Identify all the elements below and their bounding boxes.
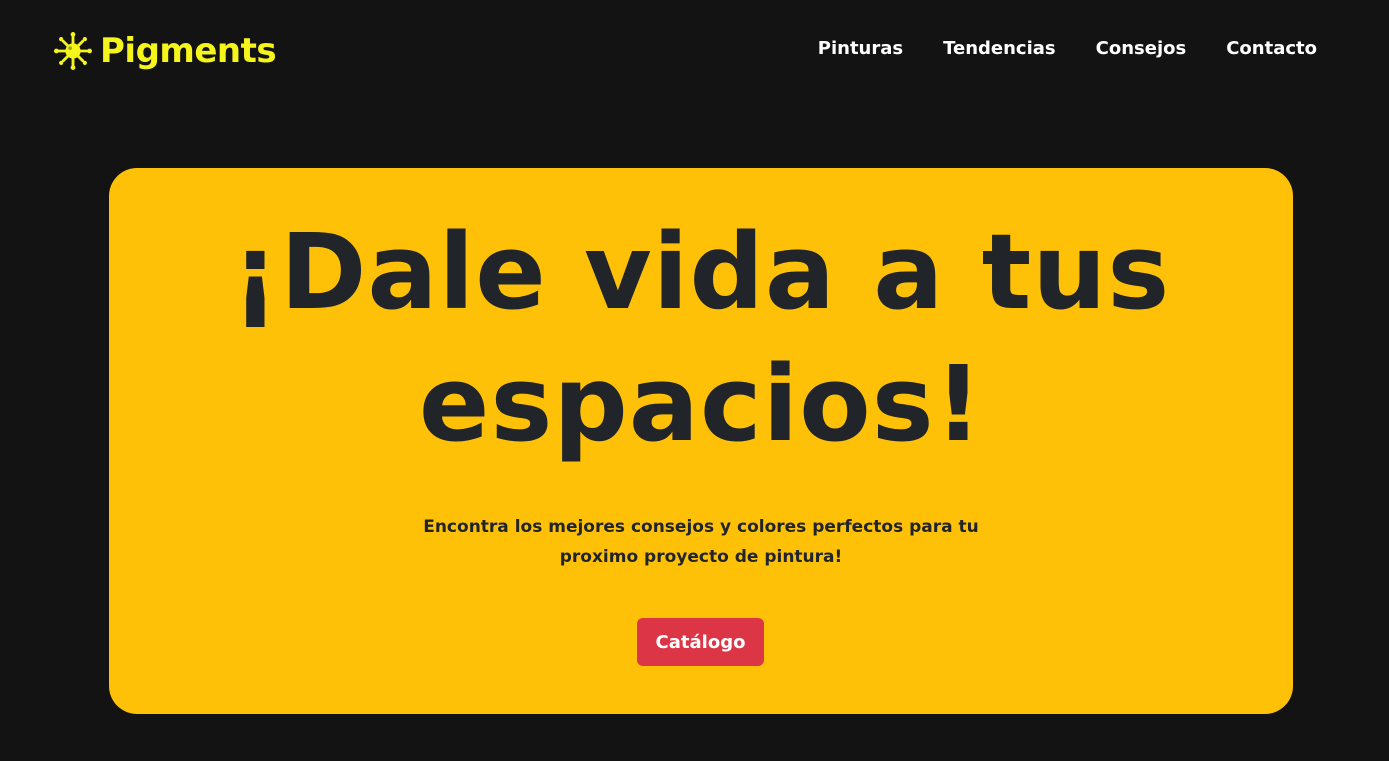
nav-link-pinturas[interactable]: Pinturas (818, 38, 903, 59)
brand-name: Pigments (100, 31, 277, 71)
paint-splash-icon (54, 32, 92, 70)
brand-link[interactable]: Pigments (54, 28, 277, 74)
hero-banner: ¡Dale vida a tus espacios! Encontra los … (109, 168, 1293, 714)
nav-link-contacto[interactable]: Contacto (1226, 38, 1317, 59)
hero-title: ¡Dale vida a tus espacios! (109, 206, 1293, 470)
nav-links: Pinturas Tendencias Consejos Contacto (818, 38, 1317, 59)
hero-title-line-2: espacios! (418, 343, 984, 465)
nav-link-consejos[interactable]: Consejos (1096, 38, 1187, 59)
catalog-button[interactable]: Catálogo (637, 618, 764, 666)
hero-subtitle: Encontra los mejores consejos y colores … (423, 517, 979, 567)
navbar: Pigments Pinturas Tendencias Consejos Co… (0, 0, 1389, 102)
hero-title-line-1: ¡Dale vida a tus (231, 211, 1171, 333)
nav-link-tendencias[interactable]: Tendencias (943, 38, 1056, 59)
